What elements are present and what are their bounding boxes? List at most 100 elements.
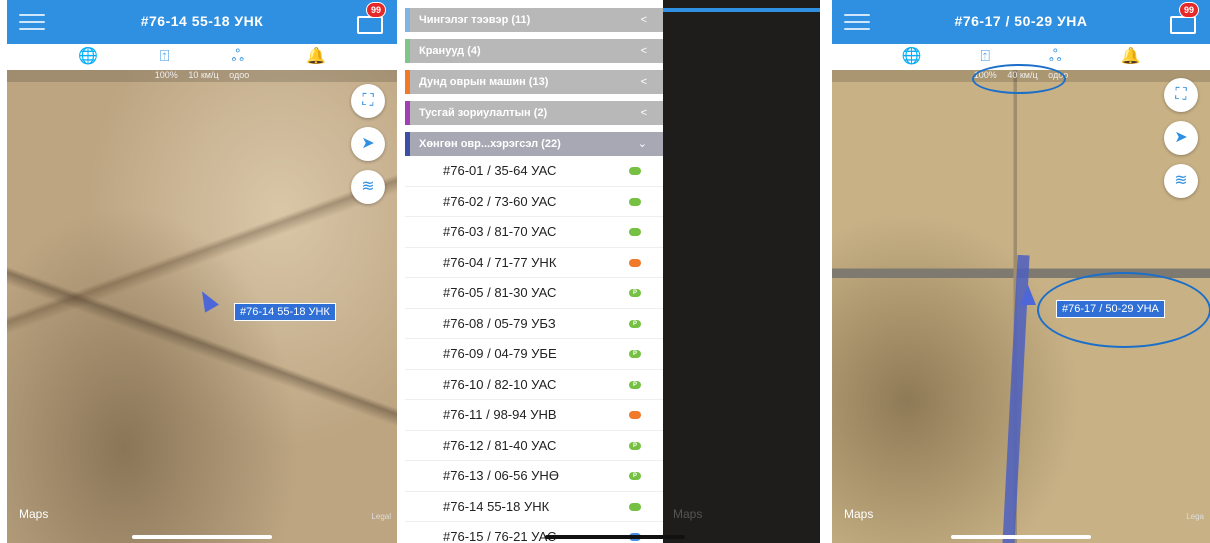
apple-maps-logo: Maps <box>19 507 49 521</box>
status-dot-icon <box>629 197 641 206</box>
header-title: #76-17 / 50-29 УНА <box>954 13 1088 29</box>
category-label: Кранууд (4) <box>419 45 481 57</box>
category-row[interactable]: Чингэлэг тээвэр (11) < <box>405 8 663 32</box>
vehicle-name: #76-03 / 81-70 УАС <box>443 224 557 239</box>
info-icon[interactable]: ⍐ <box>980 49 990 65</box>
vehicle-list-item[interactable]: #76-10 / 82-10 УАС P <box>405 370 663 400</box>
home-indicator <box>951 535 1091 539</box>
route-icon[interactable]: ஃ <box>1049 49 1062 65</box>
vehicle-list-item[interactable]: #76-15 / 76-21 УАС <box>405 522 663 543</box>
vehicle-name: #76-11 / 98-94 УНВ <box>443 407 557 422</box>
home-indicator <box>545 535 685 539</box>
mail-icon[interactable]: 99 <box>1170 2 1199 34</box>
vehicle-name: #76-13 / 06-56 УНӨ <box>443 468 559 483</box>
chevron-left-icon: < <box>640 107 647 119</box>
vehicle-label[interactable]: #76-17 / 50-29 УНА <box>1056 300 1165 318</box>
vehicle-list-item[interactable]: #76-11 / 98-94 УНВ <box>405 400 663 431</box>
layers-button[interactable]: ≋ <box>351 170 385 204</box>
category-row[interactable]: Кранууд (4) < <box>405 39 663 63</box>
status-dot-icon <box>629 258 641 267</box>
apple-maps-logo: Maps <box>844 507 874 521</box>
status-dot-icon: P <box>629 350 641 358</box>
vehicle-name: #76-01 / 35-64 УАС <box>443 163 557 178</box>
apple-maps-logo: Maps <box>673 507 703 521</box>
vehicle-name: #76-08 / 05-79 УБЗ <box>443 315 556 331</box>
globe-icon[interactable]: 🌐 <box>902 49 922 65</box>
vehicle-list-item[interactable]: #76-14 55-18 УНК <box>405 492 663 522</box>
dimmed-map[interactable] <box>663 0 820 543</box>
status-info: 100% 10 км/ц одоо <box>7 70 397 82</box>
vehicle-list-item[interactable]: #76-08 / 05-79 УБЗ P <box>405 309 663 339</box>
map-screen-1: #76-14 55-18 УНК 99 🌐 ⍐ ஃ 🔔 100% 10 км/ц… <box>7 0 397 543</box>
tab-bar: 🌐 ⍐ ஃ 🔔 <box>7 44 397 70</box>
chevron-left-icon: < <box>640 76 647 88</box>
header-bar: #76-17 / 50-29 УНА 99 <box>832 0 1210 44</box>
status-dot-icon <box>629 502 641 511</box>
globe-icon[interactable]: 🌐 <box>78 49 98 65</box>
category-row[interactable]: Тусгай зориулалтын (2) < <box>405 101 663 125</box>
vehicle-list-item[interactable]: #76-13 / 06-56 УНӨ P <box>405 461 663 492</box>
legal-link[interactable]: Lega <box>1186 512 1204 521</box>
category-label: Тусгай зориулалтын (2) <box>419 107 548 119</box>
fit-bounds-button[interactable]: ⛶ <box>1164 78 1198 112</box>
status-dot-icon <box>629 167 641 175</box>
layers-icon: ≋ <box>361 178 375 195</box>
vehicle-name: #76-04 / 71-77 УНК <box>443 254 557 270</box>
vehicle-list-item[interactable]: #76-09 / 04-79 УБЕ P <box>405 339 663 370</box>
battery-level: 100% <box>154 70 178 80</box>
bell-icon[interactable]: 🔔 <box>1121 49 1141 65</box>
vehicle-marker-icon[interactable] <box>1020 285 1036 305</box>
chevron-down-icon: ⌄ <box>637 138 647 150</box>
map-screen-2: #76-17 / 50-29 УНА 99 🌐 ⍐ ஃ 🔔 100% 40 км… <box>832 0 1210 543</box>
notification-badge: 99 <box>1178 2 1199 18</box>
category-label: Дунд оврын машин (13) <box>419 76 549 88</box>
vehicle-name: #76-15 / 76-21 УАС <box>443 529 557 543</box>
time-readout: одоо <box>229 70 250 80</box>
fit-bounds-button[interactable]: ⛶ <box>351 84 385 118</box>
route-icon[interactable]: ஃ <box>232 49 245 65</box>
locate-button[interactable]: ➤ <box>1164 121 1198 155</box>
status-dot-icon: P <box>629 289 641 297</box>
locate-button[interactable]: ➤ <box>351 127 385 161</box>
vehicle-name: #76-10 / 82-10 УАС <box>443 376 557 392</box>
vehicle-list-item[interactable]: #76-01 / 35-64 УАС <box>405 156 663 187</box>
vehicle-list-item[interactable]: #76-05 / 81-30 УАС P <box>405 278 663 309</box>
vehicle-list-drawer: Чингэлэг тээвэр (11) < Кранууд (4) < Дунд ов… <box>405 8 663 543</box>
category-label: Хөнгөн овр...хэрэгсэл (22) <box>419 138 561 150</box>
mail-icon[interactable]: 99 <box>357 2 386 34</box>
info-icon[interactable]: ⍐ <box>160 49 170 65</box>
status-dot-icon: P <box>629 441 641 450</box>
notification-badge: 99 <box>365 2 386 18</box>
status-dot-icon: P <box>629 472 641 480</box>
vehicle-name: #76-14 55-18 УНК <box>443 498 550 514</box>
vehicle-label[interactable]: #76-14 55-18 УНК <box>234 303 336 321</box>
vehicle-list-item[interactable]: #76-03 / 81-70 УАС <box>405 217 663 248</box>
speed-readout: 10 км/ц <box>188 70 219 80</box>
layers-button[interactable]: ≋ <box>1164 164 1198 198</box>
vehicle-name: #76-12 / 81-40 УАС <box>443 437 557 453</box>
vehicle-list-item[interactable]: #76-12 / 81-40 УАС P <box>405 431 663 461</box>
vehicle-list-item[interactable]: #76-02 / 73-60 УАС <box>405 187 663 217</box>
status-dot-icon: P <box>629 380 641 389</box>
status-dot-icon <box>629 228 641 236</box>
vehicle-name: #76-09 / 04-79 УБЕ <box>443 346 557 361</box>
legal-link[interactable]: Legal <box>371 512 391 521</box>
navigation-icon: ➤ <box>361 135 375 152</box>
vehicle-list-item[interactable]: #76-04 / 71-77 УНК <box>405 248 663 278</box>
header-bar: #76-14 55-18 УНК 99 <box>7 0 397 44</box>
navigation-icon: ➤ <box>1174 129 1188 146</box>
expand-icon: ⛶ <box>362 92 374 109</box>
category-light-vehicles[interactable]: Хөнгөн овр...хэрэгсэл (22) ⌄ <box>405 132 663 156</box>
speed-highlight-circle <box>972 64 1066 94</box>
home-indicator <box>132 535 272 539</box>
expand-icon: ⛶ <box>1175 86 1187 103</box>
header-title: #76-14 55-18 УНК <box>140 13 264 29</box>
vehicle-name: #76-05 / 81-30 УАС <box>443 285 557 300</box>
status-dot-icon: P <box>629 319 641 328</box>
category-label: Чингэлэг тээвэр (11) <box>419 14 531 26</box>
bell-icon[interactable]: 🔔 <box>306 49 326 65</box>
chevron-left-icon: < <box>640 45 647 57</box>
status-dot-icon <box>629 411 641 419</box>
category-row[interactable]: Дунд оврын машин (13) < <box>405 70 663 94</box>
layers-icon: ≋ <box>1174 172 1188 189</box>
